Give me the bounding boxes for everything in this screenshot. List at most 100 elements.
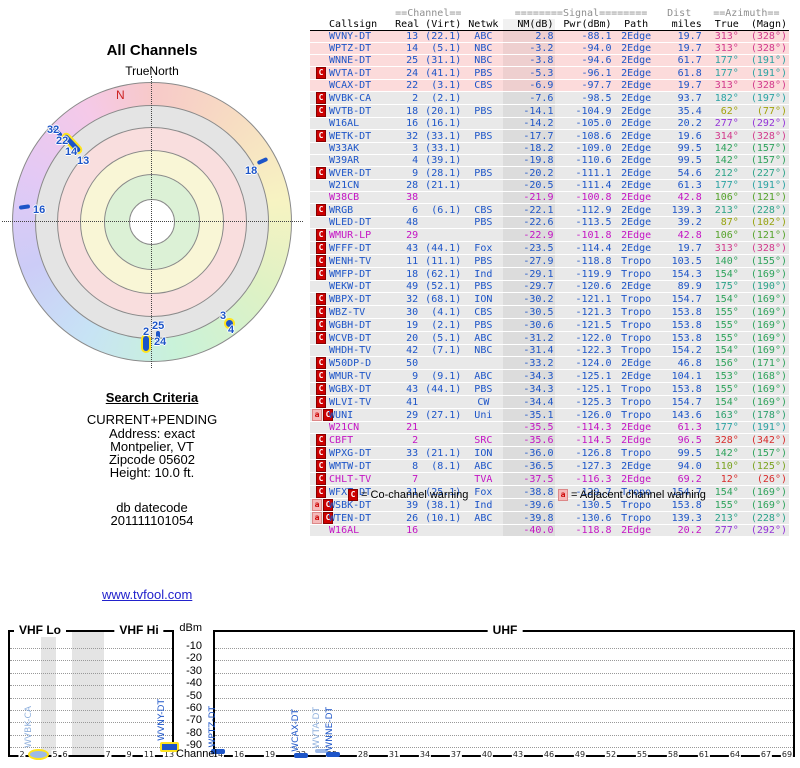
dbm-tick-label: -60 xyxy=(186,702,202,714)
noise-margin-cell: -14.2 xyxy=(503,117,556,130)
network-cell: PBS xyxy=(474,281,493,292)
virtual-channel-cell: (33.1) xyxy=(425,130,462,142)
warning-flags: C xyxy=(310,383,327,396)
path-cell: 2Edge xyxy=(621,167,652,179)
legend-adjacent-channel: a = Adjacent channel warning xyxy=(557,489,706,501)
azimuth-true-cell: 213° xyxy=(714,512,739,524)
real-channel-cell: 49 xyxy=(406,281,419,292)
azimuth-true-cell: 110° xyxy=(714,460,739,472)
distance-cell: 42.8 xyxy=(677,229,702,241)
callsign-cell: WPXG-DT xyxy=(329,447,372,459)
radar-center xyxy=(129,199,175,245)
dbm-gridline xyxy=(215,648,793,649)
callsign-cell: WGBX-DT xyxy=(329,383,372,395)
azimuth-magn-cell: (157°) xyxy=(750,155,787,166)
adjacent-warning-badge: a xyxy=(312,512,322,524)
callsign-cell: W16AL xyxy=(329,525,360,536)
azimuth-true-cell: 313° xyxy=(714,31,739,42)
path-cell: 2Edge xyxy=(621,130,652,142)
azimuth-magn-cell: (342°) xyxy=(750,434,787,446)
path-cell: 2Edge xyxy=(621,473,652,485)
table-row: WEKW-DT 49 (52.1) PBS -29.7 -120.6 2Edge 89.9 17… xyxy=(310,280,789,293)
radar-orientation-label: TrueNorth xyxy=(125,64,179,78)
azimuth-magn-cell: (228°) xyxy=(750,512,787,524)
distance-cell: 99.5 xyxy=(677,447,702,459)
distance-cell: 61.7 xyxy=(677,55,702,66)
distance-cell: 54.6 xyxy=(677,167,702,179)
real-channel-cell: 41 xyxy=(406,396,419,408)
noise-margin-cell: -34.4 xyxy=(503,395,556,409)
power-cell: -122.0 xyxy=(575,332,612,344)
search-criteria-title: Search Criteria xyxy=(105,390,199,405)
network-cell: PBS xyxy=(474,383,493,395)
azimuth-magn-cell: (191°) xyxy=(750,67,787,79)
power-cell: -108.6 xyxy=(575,130,612,142)
distance-cell: 154.2 xyxy=(671,345,702,356)
power-cell: -125.1 xyxy=(575,383,612,395)
callsign-cell: WUNI xyxy=(329,409,354,421)
table-row: W21CN 21 -35.5 -114.3 2Edge 61.3 177° (191°) xyxy=(310,421,789,434)
radar-channel-label: 16 xyxy=(33,204,46,216)
distance-cell: 99.5 xyxy=(677,143,702,154)
db-datecode-value: 201111101054 xyxy=(110,513,194,528)
real-channel-cell: 26 xyxy=(406,512,419,524)
signal-bar xyxy=(294,753,308,758)
virtual-channel-cell xyxy=(420,192,463,204)
channel-tick-label: 40 xyxy=(480,750,494,759)
network-cell xyxy=(463,357,503,370)
distance-cell: 154.7 xyxy=(671,396,702,408)
azimuth-magn-cell: (191°) xyxy=(750,180,787,191)
callsign-cell: WVTA-DT xyxy=(329,67,372,79)
network-cell: PBS xyxy=(474,255,493,267)
callsign-cell: WMTW-DT xyxy=(329,460,372,472)
dbm-gridline xyxy=(10,710,172,711)
table-row: W39AR 4 (39.1) -19.8 -110.6 2Edge 99.5 142° (157… xyxy=(310,154,789,167)
path-cell: Tropo xyxy=(621,293,652,305)
noise-margin-cell: -30.5 xyxy=(503,305,556,319)
table-row: C WRGB 6 (6.1) CBS -22.1 -112.9 2Edge 139.3 213° (… xyxy=(310,203,789,217)
callsign-cell: WVNY-DT xyxy=(329,31,372,42)
azimuth-magn-cell: (26°) xyxy=(756,473,787,485)
channel-tick-label: 16 xyxy=(232,750,246,759)
noise-margin-cell: -22.1 xyxy=(503,203,556,217)
dbm-tick-label: -40 xyxy=(186,677,202,690)
power-cell: -126.0 xyxy=(575,409,612,421)
co-channel-warning-badge: C xyxy=(316,242,327,254)
power-cell: -121.1 xyxy=(575,293,612,305)
real-channel-cell: 38 xyxy=(406,192,419,203)
noise-margin-cell: -7.6 xyxy=(503,91,556,105)
table-row: C CHLT-TV 7 TVA -37.5 -116.3 2Edge 69.2 12° (26°) xyxy=(310,472,789,486)
table-row: W21CN 28 (21.1) -20.5 -111.4 2Edge 61.3 177° (19… xyxy=(310,179,789,192)
virtual-channel-cell: (21.1) xyxy=(425,447,462,459)
virtual-channel-cell: (8.1) xyxy=(431,460,462,472)
group-header-signal: ========Signal======== xyxy=(514,8,648,19)
azimuth-true-cell: 106° xyxy=(714,192,739,203)
power-cell: -126.8 xyxy=(575,447,612,459)
virtual-channel-cell: (3.1) xyxy=(431,80,462,91)
table-row: W38CB 38 -21.9 -100.8 2Edge 42.8 106° (121°) xyxy=(310,191,789,204)
col-header-magn: (Magn) xyxy=(740,19,789,31)
table-row: C WBZ-TV 30 (4.1) CBS -30.5 -121.3 Tropo 153.8 15… xyxy=(310,305,789,319)
warning-flags xyxy=(310,31,327,43)
warning-flags xyxy=(310,180,327,192)
noise-margin-cell: -27.9 xyxy=(503,254,556,268)
network-cell: ABC xyxy=(474,370,493,382)
callsign-cell: CBFT xyxy=(329,434,354,446)
azimuth-true-cell: 313° xyxy=(714,43,739,54)
real-channel-cell: 32 xyxy=(406,130,419,142)
tvfool-link[interactable]: www.tvfool.com xyxy=(102,587,192,602)
virtual-channel-cell: (20.1) xyxy=(425,105,462,117)
azimuth-true-cell: 212° xyxy=(714,167,739,179)
distance-cell: 19.6 xyxy=(677,130,702,142)
real-channel-cell: 30 xyxy=(406,306,419,318)
path-cell: 2Edge xyxy=(621,242,652,254)
real-channel-cell: 9 xyxy=(412,167,419,179)
table-row: a C WUNI 29 (27.1) Uni -35.1 -126.0 Tropo 143.6 16… xyxy=(310,408,789,422)
azimuth-true-cell: 12° xyxy=(720,473,739,485)
warning-flags: C xyxy=(310,92,327,105)
distance-cell: 19.7 xyxy=(677,43,702,54)
power-cell: -111.4 xyxy=(575,180,612,191)
warning-flags: C xyxy=(310,242,327,255)
network-cell xyxy=(463,229,503,242)
power-cell: -120.6 xyxy=(575,281,612,292)
